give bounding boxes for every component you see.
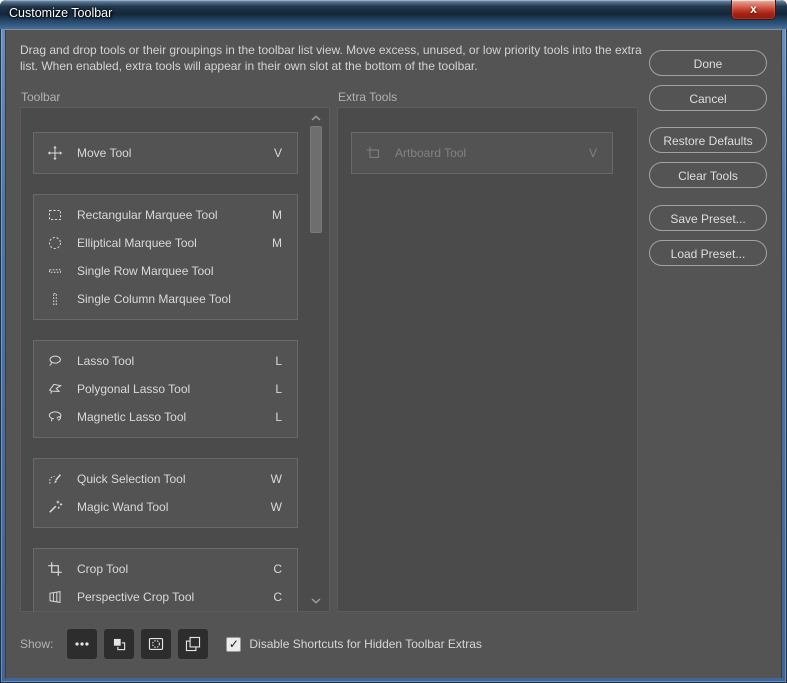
action-buttons: Done Cancel Restore Defaults Clear Tools Sav… — [649, 50, 767, 266]
quick-selection-icon — [47, 471, 63, 487]
elliptical-marquee-icon — [47, 235, 63, 251]
tool-shortcut: L — [275, 354, 282, 368]
tool-row[interactable]: Artboard Tool V — [352, 139, 612, 167]
color-swatches-icon — [110, 635, 128, 653]
extra-tools-panel-label: Extra Tools — [338, 90, 398, 104]
magnetic-lasso-icon — [47, 409, 63, 425]
tool-shortcut: W — [270, 472, 282, 486]
tool-row[interactable]: Slice ToolC — [34, 611, 297, 612]
rectangular-marquee-icon — [47, 207, 63, 223]
artboard-icon — [365, 145, 381, 161]
show-edit-toolbar-toggle[interactable] — [67, 629, 98, 659]
single-column-marquee-icon — [47, 291, 63, 307]
single-row-marquee-icon — [47, 263, 63, 279]
show-quick-mask-toggle[interactable] — [141, 629, 172, 659]
scroll-down-icon[interactable] — [310, 597, 322, 605]
tool-row[interactable]: Lasso Tool L — [34, 347, 297, 375]
tool-row[interactable]: Move Tool V — [34, 139, 297, 167]
tool-name: Perspective Crop Tool — [77, 590, 195, 604]
tool-row[interactable]: Single Column Marquee Tool — [34, 285, 297, 313]
show-toggles — [67, 629, 215, 659]
magic-wand-icon — [47, 499, 63, 515]
tool-shortcut: V — [588, 146, 597, 160]
extra-tools-groups: Artboard Tool V — [351, 132, 613, 194]
tool-group: Quick Selection Tool W Magic Wand Tool W — [33, 458, 298, 528]
tool-row[interactable]: Polygonal Lasso Tool L — [34, 375, 297, 403]
lasso-icon — [47, 353, 63, 369]
tool-shortcut: M — [272, 208, 282, 222]
polygonal-lasso-icon — [47, 381, 63, 397]
screen-mode-icon — [184, 635, 202, 653]
done-button[interactable]: Done — [649, 50, 767, 76]
extra-tools-list: Artboard Tool V — [337, 107, 638, 612]
move-tool-icon — [47, 145, 63, 161]
tool-name: Magnetic Lasso Tool — [77, 410, 187, 424]
close-button[interactable]: x — [731, 0, 776, 20]
tool-name: Single Row Marquee Tool — [77, 264, 214, 278]
show-screen-mode-toggle[interactable] — [178, 629, 209, 659]
show-color-swatches-toggle[interactable] — [104, 629, 135, 659]
disable-shortcuts-checkbox[interactable]: ✓ — [226, 636, 242, 652]
scrollbar-thumb[interactable] — [310, 126, 322, 233]
tool-name: Move Tool — [77, 146, 132, 160]
quick-mask-icon — [147, 635, 165, 653]
window-title: Customize Toolbar — [9, 6, 113, 20]
save-preset-button[interactable]: Save Preset... — [649, 205, 767, 231]
toolbar-groups: Move Tool V Rectangular Marquee Tool M Ellip… — [33, 132, 298, 612]
tool-group: Crop Tool C Perspective Crop Tool C Slice To… — [33, 548, 298, 612]
footer-bar: Show: ✓ Disable Shortcuts for Hidden Too… — [20, 629, 482, 659]
tool-row[interactable]: Quick Selection Tool W — [34, 465, 297, 493]
scroll-up-icon[interactable] — [310, 114, 322, 122]
load-preset-button[interactable]: Load Preset... — [649, 240, 767, 266]
tool-name: Rectangular Marquee Tool — [77, 208, 218, 222]
tool-name: Single Column Marquee Tool — [77, 292, 231, 306]
tool-name: Magic Wand Tool — [77, 500, 169, 514]
tool-shortcut: L — [275, 410, 282, 424]
tool-group: Artboard Tool V — [351, 132, 613, 174]
tool-row[interactable]: Single Row Marquee Tool — [34, 257, 297, 285]
crop-icon — [47, 561, 63, 577]
tool-name: Quick Selection Tool — [77, 472, 186, 486]
tool-row[interactable]: Elliptical Marquee Tool M — [34, 229, 297, 257]
tool-shortcut: C — [273, 590, 282, 604]
tool-row[interactable]: Magic Wand Tool W — [34, 493, 297, 521]
disable-shortcuts-row[interactable]: ✓ Disable Shortcuts for Hidden Toolbar E… — [226, 636, 482, 652]
tool-shortcut: M — [272, 236, 282, 250]
tool-row[interactable]: Perspective Crop Tool C — [34, 583, 297, 611]
toolbar-scrollbar[interactable] — [308, 108, 324, 611]
toolbar-list: Move Tool V Rectangular Marquee Tool M Ellip… — [20, 107, 330, 612]
show-label: Show: — [20, 637, 54, 651]
toolbar-panel-label: Toolbar — [21, 90, 61, 104]
tool-group: Rectangular Marquee Tool M Elliptical Marq… — [33, 194, 298, 320]
close-icon: x — [750, 2, 757, 16]
customize-toolbar-dialog: Customize Toolbar x Drag and drop tools … — [0, 0, 787, 683]
tool-row[interactable]: Magnetic Lasso Tool L — [34, 403, 297, 431]
cancel-button[interactable]: Cancel — [649, 85, 767, 111]
perspective-crop-icon — [47, 589, 63, 605]
ellipsis-icon — [73, 635, 91, 653]
tool-name: Crop Tool — [77, 562, 129, 576]
tool-name: Polygonal Lasso Tool — [77, 382, 191, 396]
tool-shortcut: C — [273, 562, 282, 576]
title-bar[interactable]: Customize Toolbar x — [0, 0, 787, 29]
tool-group: Move Tool V — [33, 132, 298, 174]
tool-row[interactable]: Crop Tool C — [34, 555, 297, 583]
tool-row[interactable]: Rectangular Marquee Tool M — [34, 201, 297, 229]
dialog-content: Drag and drop tools or their groupings i… — [5, 29, 782, 678]
tool-group: Lasso Tool L Polygonal Lasso Tool L Magnetic… — [33, 340, 298, 438]
tool-shortcut: W — [270, 500, 282, 514]
tool-name: Elliptical Marquee Tool — [77, 236, 197, 250]
tool-shortcut: L — [275, 382, 282, 396]
disable-shortcuts-label: Disable Shortcuts for Hidden Toolbar Ext… — [249, 637, 482, 651]
tool-name: Artboard Tool — [395, 146, 467, 160]
tool-name: Lasso Tool — [77, 354, 135, 368]
clear-tools-button[interactable]: Clear Tools — [649, 162, 767, 188]
tool-shortcut: V — [273, 146, 282, 160]
restore-defaults-button[interactable]: Restore Defaults — [649, 127, 767, 153]
dialog-description: Drag and drop tools or their groupings i… — [20, 43, 642, 73]
